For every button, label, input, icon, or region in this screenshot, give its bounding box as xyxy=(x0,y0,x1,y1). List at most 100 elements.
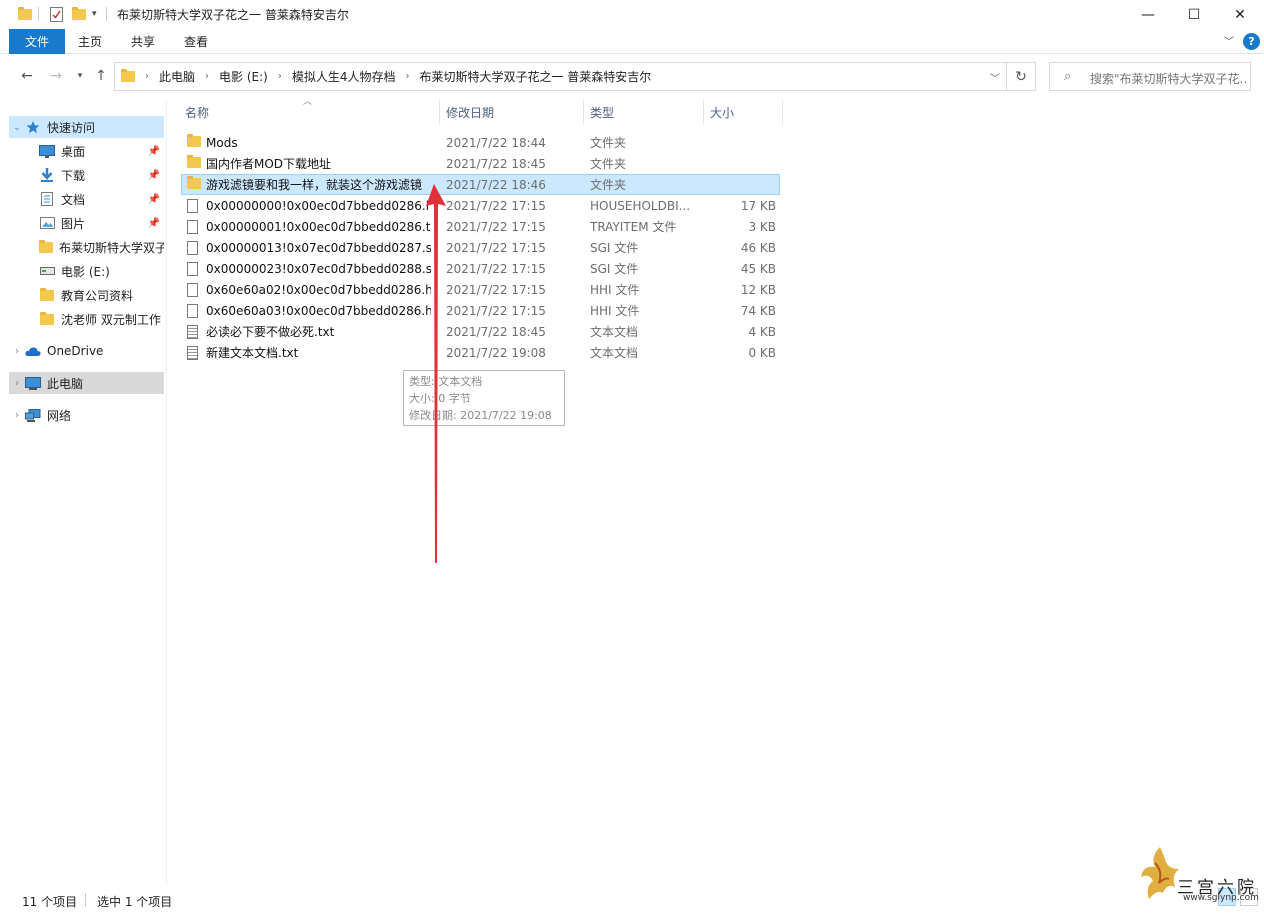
sidebar-item-current-folder[interactable]: 布莱切斯特大学双子 xyxy=(9,236,164,258)
chevron-right-icon[interactable]: › xyxy=(278,71,282,82)
column-header-type[interactable]: 类型 xyxy=(590,100,614,125)
file-icon xyxy=(187,262,198,279)
column-divider[interactable] xyxy=(782,100,783,125)
chevron-right-icon[interactable]: › xyxy=(405,71,409,82)
chevron-down-icon[interactable]: ﹀ xyxy=(990,70,1000,85)
sidebar-item-this-pc[interactable]: › 此电脑 xyxy=(9,372,164,394)
search-input[interactable]: ⌕ 搜索"布莱切斯特大学双子花... xyxy=(1049,62,1251,91)
column-divider[interactable] xyxy=(439,100,440,125)
column-header-name[interactable]: 名称 xyxy=(185,100,209,125)
forward-button[interactable]: → xyxy=(46,66,66,86)
column-header-date[interactable]: 修改日期 xyxy=(446,100,494,125)
back-button[interactable]: ← xyxy=(17,66,37,86)
file-size: 74 KB xyxy=(740,303,776,318)
sidebar-item-label: 桌面 xyxy=(61,144,86,159)
tab-view[interactable]: 查看 xyxy=(184,29,208,54)
table-row[interactable]: 0x00000000!0x00ec0d7bbedd0286.h... 2021/… xyxy=(181,195,780,216)
up-button[interactable]: ↑ xyxy=(91,66,111,86)
divider xyxy=(85,893,86,907)
sidebar-item-drive-e[interactable]: 电影 (E:) xyxy=(9,260,164,282)
computer-icon xyxy=(25,376,41,390)
file-date: 2021/7/22 19:08 xyxy=(446,345,546,360)
column-header-size[interactable]: 大小 xyxy=(710,100,734,125)
file-type: 文件夹 xyxy=(590,178,627,192)
sidebar-item-pictures[interactable]: 图片 📌 xyxy=(9,212,164,234)
pane-divider[interactable] xyxy=(166,100,167,885)
folder-icon xyxy=(187,155,201,171)
tab-home[interactable]: 主页 xyxy=(78,29,102,54)
customize-toolbar-icon[interactable]: ▾ xyxy=(92,5,97,23)
properties-icon[interactable] xyxy=(50,5,63,23)
chevron-right-icon[interactable]: › xyxy=(145,71,149,82)
pin-icon[interactable]: 📌 xyxy=(148,194,160,205)
sidebar-item-education-docs[interactable]: 教育公司资料 xyxy=(9,284,164,306)
sidebar-item-quick-access[interactable]: ⌄ 快速访问 xyxy=(9,116,164,138)
sidebar-item-label: OneDrive xyxy=(47,344,104,358)
column-divider[interactable] xyxy=(703,100,704,125)
table-row[interactable]: 0x60e60a02!0x00ec0d7bbedd0286.hhi 2021/7… xyxy=(181,279,780,300)
file-size: 0 KB xyxy=(748,345,776,360)
file-name: 必读必下要不做必死.txt xyxy=(206,325,335,339)
drive-icon xyxy=(39,264,55,278)
folder-icon xyxy=(39,239,53,254)
status-selected-count: 选中 1 个项目 xyxy=(97,895,173,909)
tab-share[interactable]: 共享 xyxy=(131,29,155,54)
table-row[interactable]: Mods 2021/7/22 18:44 文件夹 xyxy=(181,132,780,153)
chevron-right-icon[interactable]: › xyxy=(9,378,25,389)
folder-icon xyxy=(18,5,32,23)
chevron-right-icon[interactable]: › xyxy=(205,71,209,82)
table-row[interactable]: 新建文本文档.txt 2021/7/22 19:08 文本文档 0 KB xyxy=(181,342,780,363)
new-folder-icon[interactable] xyxy=(72,5,86,23)
pin-icon[interactable]: 📌 xyxy=(148,170,160,181)
address-bar[interactable]: › 此电脑 › 电影 (E:) › 模拟人生4人物存档 › 布莱切斯特大学双子花… xyxy=(114,62,1007,91)
pin-icon[interactable]: 📌 xyxy=(148,146,160,157)
table-row[interactable]: 国内作者MOD下载地址 2021/7/22 18:45 文件夹 xyxy=(181,153,780,174)
tab-file[interactable]: 文件 xyxy=(9,29,65,54)
sidebar-item-downloads[interactable]: 下载 📌 xyxy=(9,164,164,186)
pictures-icon xyxy=(39,216,55,230)
chevron-down-icon[interactable]: ⌄ xyxy=(9,122,25,133)
file-name: 新建文本文档.txt xyxy=(206,346,299,360)
sidebar-item-label: 网络 xyxy=(47,408,72,423)
breadcrumb-drive-e[interactable]: 电影 (E:) xyxy=(219,68,268,85)
file-type: 文件夹 xyxy=(590,157,627,171)
breadcrumb-sims4-saves[interactable]: 模拟人生4人物存档 xyxy=(292,68,396,85)
chevron-right-icon[interactable]: › xyxy=(9,346,25,357)
sidebar-item-label: 电影 (E:) xyxy=(61,264,110,279)
file-date: 2021/7/22 18:44 xyxy=(446,135,546,150)
file-type: TRAYITEM 文件 xyxy=(590,220,677,234)
chevron-right-icon[interactable]: › xyxy=(9,410,25,421)
maximize-button[interactable]: ☐ xyxy=(1171,0,1217,29)
table-row-selected[interactable]: 游戏滤镜要和我一样，就装这个游戏滤镜 2021/7/22 18:46 文件夹 xyxy=(181,174,780,195)
sidebar-item-desktop[interactable]: 桌面 📌 xyxy=(9,140,164,162)
status-item-count: 11 个项目 xyxy=(22,895,78,909)
status-bar: 11 个项目 选中 1 个项目 xyxy=(0,889,1264,911)
file-name: 0x60e60a03!0x00ec0d7bbedd0286.hhi xyxy=(206,303,431,318)
column-divider[interactable] xyxy=(583,100,584,125)
recent-locations-icon[interactable]: ▾ xyxy=(70,66,90,86)
pin-icon[interactable]: 📌 xyxy=(148,218,160,229)
table-row[interactable]: 0x60e60a03!0x00ec0d7bbedd0286.hhi 2021/7… xyxy=(181,300,780,321)
sidebar-item-teacher-shen[interactable]: 沈老师 双元制工作 xyxy=(9,308,164,330)
file-size xyxy=(706,174,776,195)
sidebar-item-onedrive[interactable]: › OneDrive xyxy=(9,340,164,362)
breadcrumb-current-folder[interactable]: 布莱切斯特大学双子花之一 普莱森特安吉尔 xyxy=(419,68,651,85)
file-size: 3 KB xyxy=(748,219,776,234)
help-icon[interactable]: ? xyxy=(1243,33,1260,50)
expand-ribbon-icon[interactable]: ﹀ xyxy=(1224,33,1234,48)
sidebar-item-label: 下载 xyxy=(61,168,86,183)
table-row[interactable]: 必读必下要不做必死.txt 2021/7/22 18:45 文本文档 4 KB xyxy=(181,321,780,342)
refresh-button[interactable]: ↻ xyxy=(1007,62,1036,91)
table-row[interactable]: 0x00000013!0x07ec0d7bbedd0287.sgi 2021/7… xyxy=(181,237,780,258)
minimize-button[interactable]: — xyxy=(1125,0,1171,29)
star-icon xyxy=(25,120,41,134)
close-button[interactable]: ✕ xyxy=(1217,0,1263,29)
sidebar-item-documents[interactable]: 文档 📌 xyxy=(9,188,164,210)
breadcrumb-this-pc[interactable]: 此电脑 xyxy=(159,68,195,85)
file-date: 2021/7/22 17:15 xyxy=(446,282,546,297)
file-name: 国内作者MOD下载地址 xyxy=(206,157,332,171)
table-row[interactable]: 0x00000023!0x07ec0d7bbedd0288.sgi 2021/7… xyxy=(181,258,780,279)
sidebar-item-label: 布莱切斯特大学双子 xyxy=(59,240,164,255)
sidebar-item-network[interactable]: › 网络 xyxy=(9,404,164,426)
table-row[interactable]: 0x00000001!0x00ec0d7bbedd0286.tr... 2021… xyxy=(181,216,780,237)
